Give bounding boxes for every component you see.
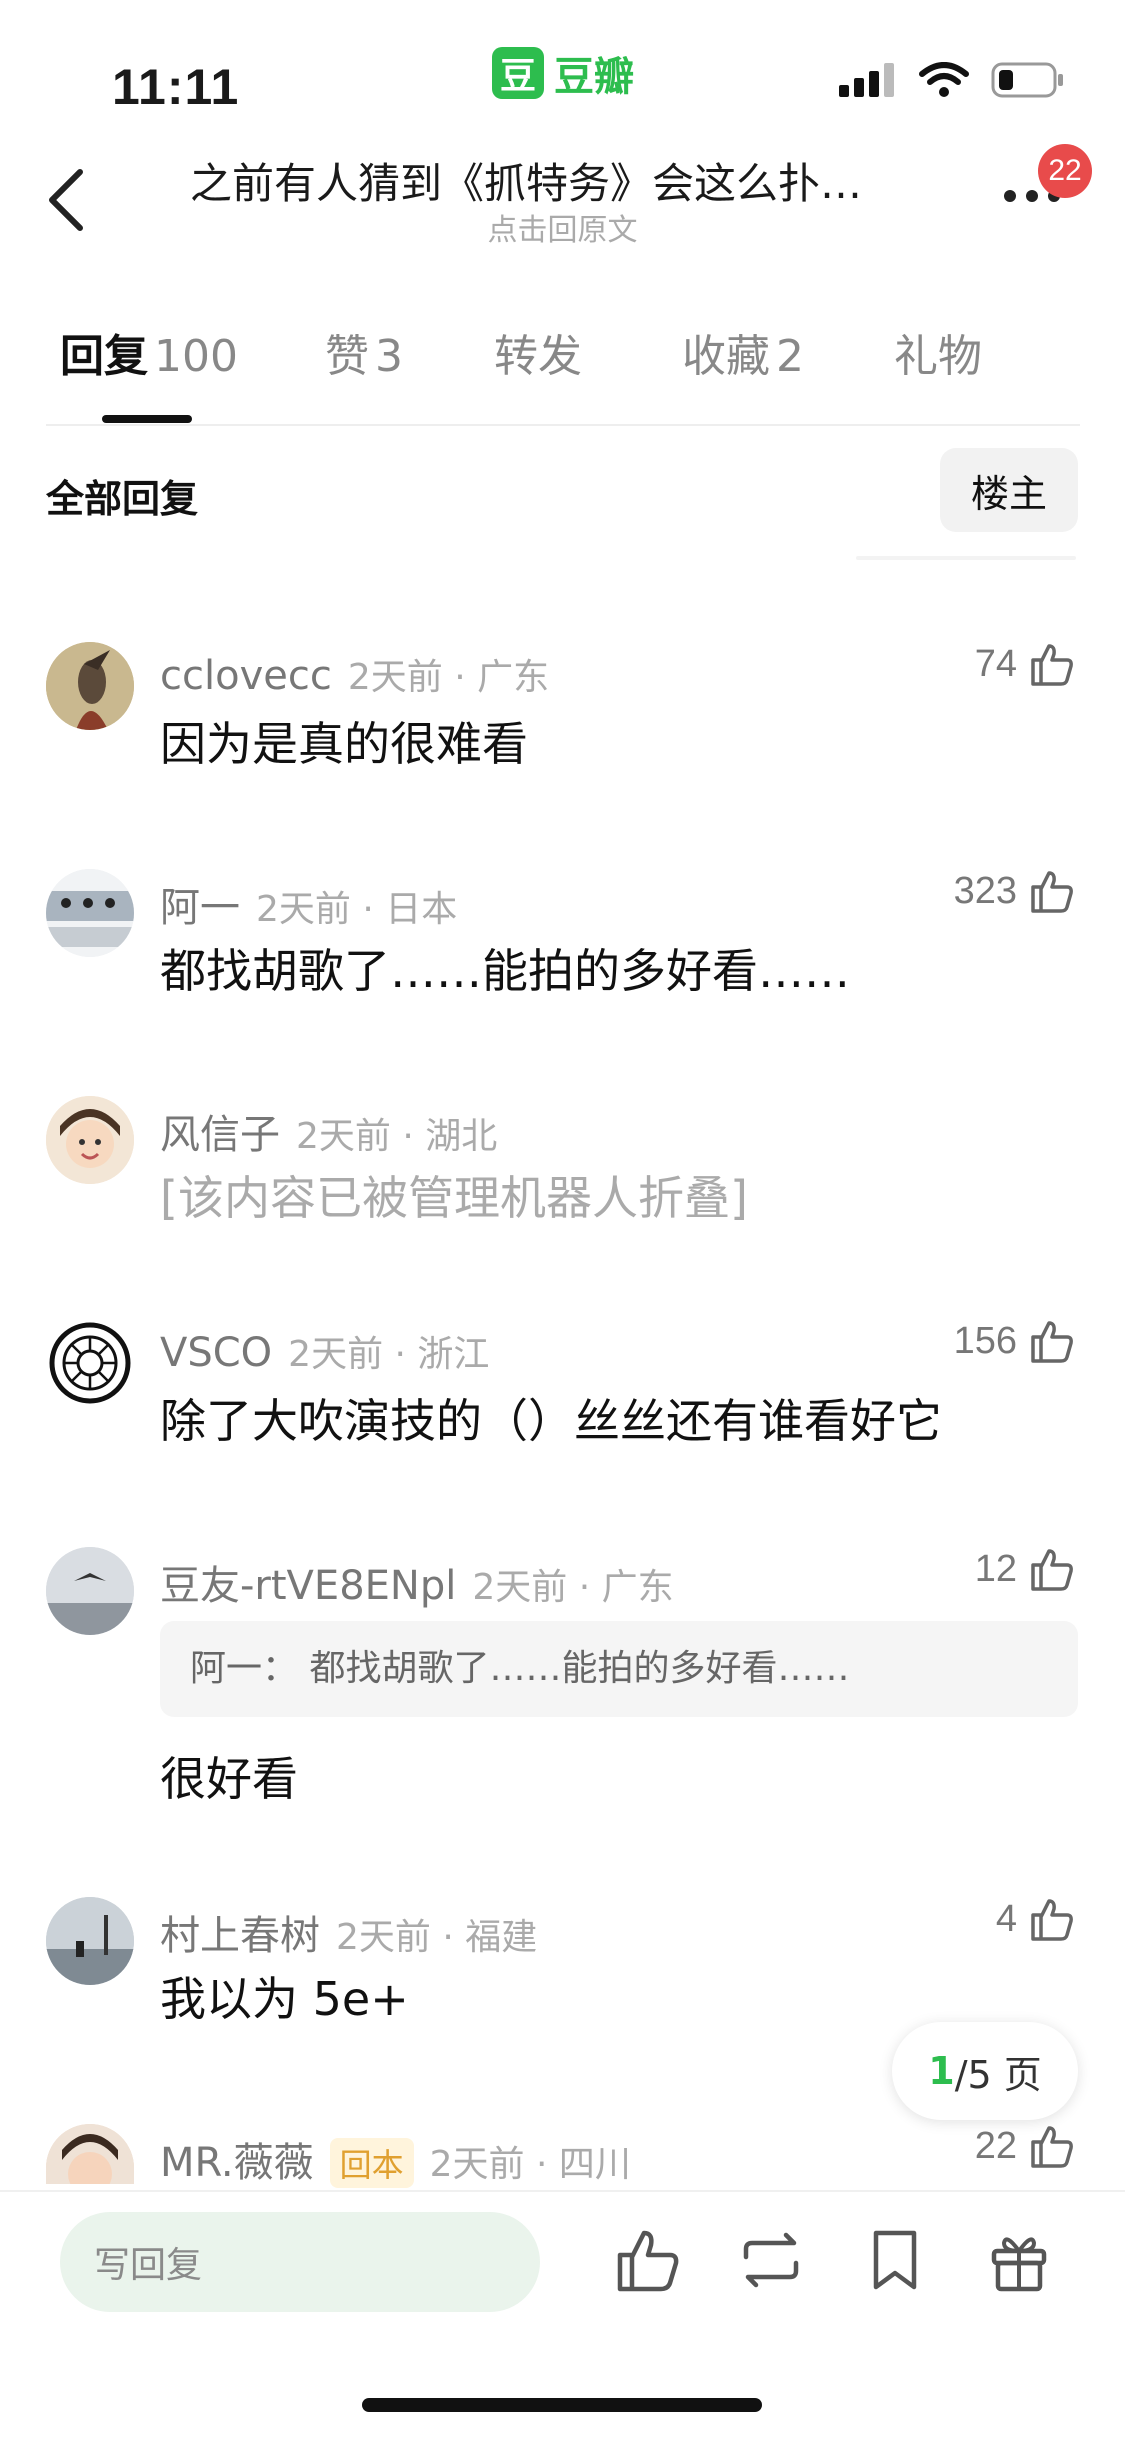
like-count: 156 xyxy=(953,1319,1017,1362)
tab-reposts[interactable]: 转发 xyxy=(494,320,582,384)
wifi-icon xyxy=(919,62,969,97)
comment-meta: 风信子 2天前 · 湖北 xyxy=(160,1102,497,1160)
thumbs-up-icon xyxy=(1031,2126,1073,2168)
thumbs-up-icon xyxy=(1031,644,1073,686)
comment-meta: 村上春树 2天前 · 福建 xyxy=(160,1903,537,1961)
time-location: 2天前 · 浙江 xyxy=(288,1334,490,1375)
thumbs-up-icon xyxy=(1031,1321,1073,1363)
comment-text: 因为是真的很难看 xyxy=(160,717,528,771)
avatar[interactable] xyxy=(46,1096,134,1184)
notification-badge: 22 xyxy=(1038,144,1092,198)
brand-name: 豆瓣 xyxy=(554,54,634,100)
tab-label: 收藏 xyxy=(682,331,770,382)
avatar[interactable] xyxy=(46,642,134,730)
avatar[interactable] xyxy=(46,869,134,957)
like-button[interactable]: 22 xyxy=(975,2122,1075,2170)
comment-meta: MR.薇薇 回本 2天前 · 四川 xyxy=(160,2130,631,2188)
gift-icon[interactable] xyxy=(984,2225,1054,2295)
avatar[interactable] xyxy=(46,1547,134,1635)
folded-comment-text[interactable]: [该内容已被管理机器人折叠] xyxy=(160,1162,748,1228)
thumbs-up-icon xyxy=(1031,1549,1073,1591)
like-count: 12 xyxy=(974,1547,1017,1590)
tab-collections[interactable]: 收藏 2 xyxy=(682,320,804,384)
app-brand: 豆 豆瓣 xyxy=(492,45,634,101)
username[interactable]: 村上春树 xyxy=(160,1903,320,1961)
battery-icon xyxy=(991,62,1063,98)
bookmark-icon[interactable] xyxy=(860,2225,930,2295)
time-location: 2天前 · 湖北 xyxy=(296,1116,498,1157)
like-post-icon[interactable] xyxy=(612,2225,682,2295)
avatar[interactable] xyxy=(46,2124,134,2184)
home-indicator xyxy=(362,2398,762,2412)
time-location: 2天前 · 日本 xyxy=(256,889,458,930)
tab-label: 赞 xyxy=(325,331,369,382)
username[interactable]: 阿一 xyxy=(160,875,240,933)
tab-count: 100 xyxy=(154,331,238,382)
comment-meta: VSCO 2天前 · 浙江 xyxy=(160,1325,489,1377)
tab-count: 2 xyxy=(776,331,804,382)
op-only-button[interactable]: 楼主 xyxy=(940,448,1078,532)
time-location: 2天前 · 广东 xyxy=(472,1567,674,1608)
avatar[interactable] xyxy=(46,1319,134,1407)
username[interactable]: cclovecc xyxy=(160,653,332,699)
time-location: 2天前 · 四川 xyxy=(429,2144,631,2185)
divider xyxy=(46,424,1080,426)
time-location: 2天前 · 福建 xyxy=(336,1917,538,1958)
username[interactable]: 豆友-rtVE8ENpl xyxy=(160,1553,456,1611)
username[interactable]: VSCO xyxy=(160,1330,272,1376)
divider xyxy=(856,556,1076,560)
status-icons xyxy=(839,62,1065,98)
like-button[interactable]: 12 xyxy=(975,1545,1075,1593)
tab-label: 回复 xyxy=(60,331,148,382)
like-button[interactable]: 323 xyxy=(954,867,1075,915)
username[interactable]: MR.薇薇 xyxy=(160,2130,314,2188)
thumbs-up-icon xyxy=(1031,871,1073,913)
tab-gifts[interactable]: 礼物 xyxy=(894,320,982,384)
time-location: 2天前 · 广东 xyxy=(347,657,550,698)
comment-text: 我以为 5e+ xyxy=(160,1972,409,2026)
all-replies-label[interactable]: 全部回复 xyxy=(46,468,198,523)
like-button[interactable]: 74 xyxy=(975,640,1075,688)
like-count: 4 xyxy=(995,1897,1017,1940)
douban-logo-icon: 豆 xyxy=(492,47,544,99)
quoted-reply[interactable]: 阿一： 都找胡歌了……能拍的多好看…… xyxy=(160,1621,1078,1717)
thumbs-up-icon xyxy=(1031,1899,1073,1941)
post-title[interactable]: 之前有人猜到《抓特务》会这么扑… xyxy=(190,150,930,211)
comment-text: 很好看 xyxy=(160,1752,298,1806)
signal-icon xyxy=(839,63,894,97)
like-count: 74 xyxy=(974,642,1017,685)
tab-replies[interactable]: 回复 100 xyxy=(60,320,238,384)
tab-label: 礼物 xyxy=(894,331,982,382)
reply-input[interactable]: 写回复 xyxy=(60,2212,540,2312)
comment-meta: 阿一 2天前 · 日本 xyxy=(160,875,457,933)
status-time: 11:11 xyxy=(112,59,240,115)
like-button[interactable]: 156 xyxy=(954,1317,1075,1365)
tab-label: 转发 xyxy=(494,331,582,382)
current-page: 1 xyxy=(928,2049,955,2093)
comment-meta: 豆友-rtVE8ENpl 2天前 · 广东 xyxy=(160,1553,674,1611)
like-count: 22 xyxy=(974,2124,1017,2167)
avatar[interactable] xyxy=(46,1897,134,1985)
repost-icon[interactable] xyxy=(736,2225,806,2295)
comment-meta: cclovecc 2天前 · 广东 xyxy=(160,648,549,700)
total-pages: /5 页 xyxy=(954,2052,1042,2097)
op-tag: 回本 xyxy=(329,2138,414,2188)
page-indicator[interactable]: 1/5 页 xyxy=(892,2022,1078,2120)
comment-text: 除了大吹演技的（）丝丝还有谁看好它 xyxy=(160,1394,942,1448)
like-count: 323 xyxy=(953,869,1017,912)
active-tab-indicator xyxy=(102,415,192,423)
back-to-original-link[interactable]: 点击回原文 xyxy=(0,205,1125,249)
tab-count: 3 xyxy=(375,331,403,382)
comment-text: 都找胡歌了……能拍的多好看…… xyxy=(160,944,850,998)
like-button[interactable]: 4 xyxy=(996,1895,1075,1943)
tab-likes[interactable]: 赞3 xyxy=(325,320,403,384)
username[interactable]: 风信子 xyxy=(160,1102,280,1160)
tab-bar: 回复 100 赞3 转发 收藏 2 礼物 xyxy=(0,320,1125,420)
